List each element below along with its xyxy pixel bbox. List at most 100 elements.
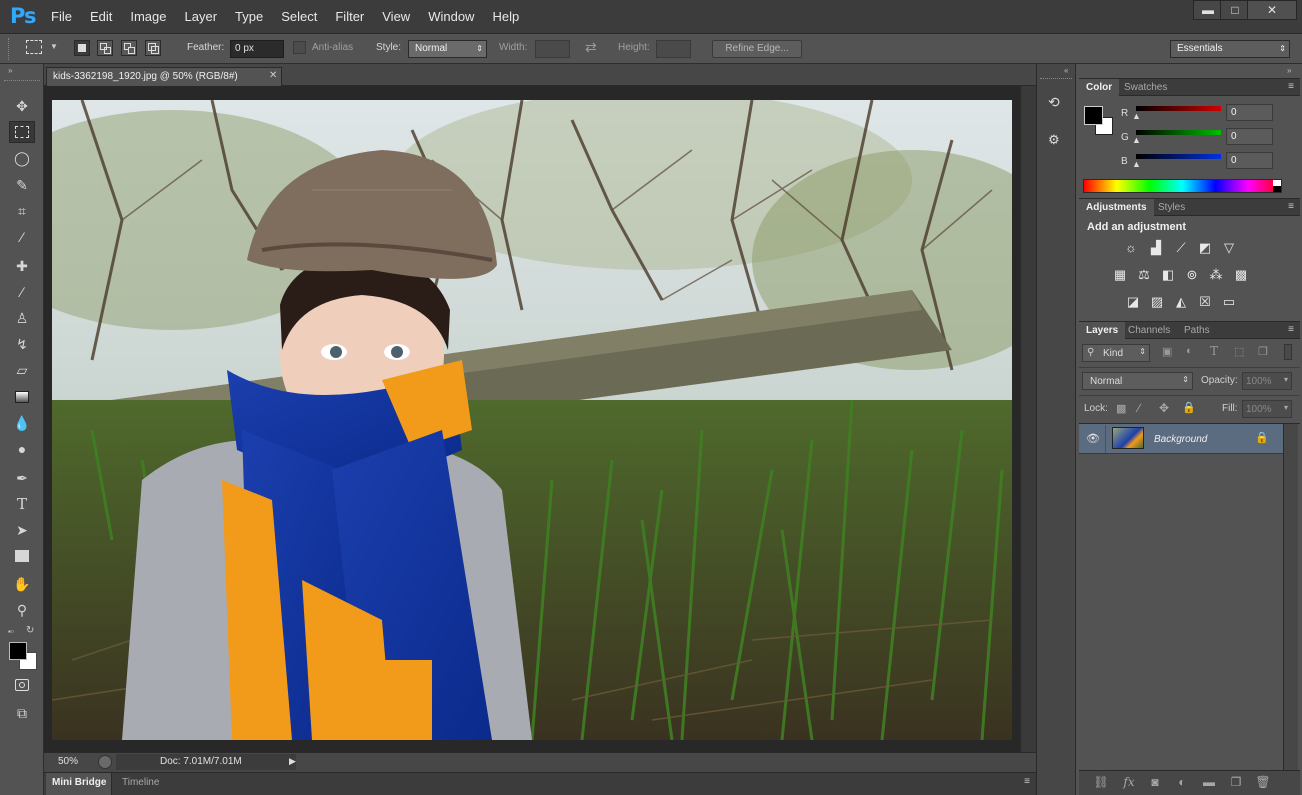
blend-mode-select[interactable]: Normal ⇕ bbox=[1082, 372, 1193, 390]
add-selection-icon[interactable] bbox=[97, 40, 113, 56]
height-input[interactable] bbox=[656, 40, 691, 58]
posterize-icon[interactable]: ▨ bbox=[1148, 293, 1166, 311]
tab-swatches[interactable]: Swatches bbox=[1117, 79, 1174, 96]
new-layer-icon[interactable]: ❐ bbox=[1228, 775, 1244, 789]
new-selection-icon[interactable] bbox=[74, 40, 90, 56]
zoom-tool-icon[interactable]: ⚲ bbox=[9, 599, 35, 621]
spot-healing-tool-icon[interactable]: ✚ bbox=[9, 255, 35, 277]
fill-input[interactable]: 100% ▾ bbox=[1242, 400, 1292, 418]
channel-g-slider[interactable] bbox=[1136, 130, 1221, 135]
new-adjustment-layer-icon[interactable]: ◐ bbox=[1174, 775, 1190, 789]
menu-layer[interactable]: Layer bbox=[176, 9, 227, 24]
layers-scrollbar[interactable] bbox=[1283, 424, 1298, 770]
menu-edit[interactable]: Edit bbox=[81, 9, 121, 24]
channel-g-value[interactable]: 0 bbox=[1226, 128, 1273, 145]
crop-tool-icon[interactable]: ⌗ bbox=[9, 200, 35, 222]
photo-filter-icon[interactable]: ⊚ bbox=[1183, 266, 1201, 284]
document-tab[interactable]: kids-3362198_1920.jpg @ 50% (RGB/8#) ✕ bbox=[46, 67, 282, 86]
refine-edge-button[interactable]: Refine Edge... bbox=[712, 40, 802, 58]
history-brush-tool-icon[interactable]: ↯ bbox=[9, 333, 35, 355]
filter-shape-icon[interactable]: ⬚ bbox=[1234, 345, 1244, 358]
hand-tool-icon[interactable]: ✋ bbox=[9, 573, 35, 595]
layers-panel-menu-icon[interactable]: ≡ bbox=[1288, 324, 1294, 335]
panel-menu-icon[interactable]: ≡ bbox=[1024, 776, 1030, 787]
channel-r-slider[interactable] bbox=[1136, 106, 1221, 111]
filter-pixel-icon[interactable]: ▣ bbox=[1162, 345, 1172, 358]
gradient-map-icon[interactable]: ▭ bbox=[1220, 293, 1238, 311]
tab-layers[interactable]: Layers bbox=[1079, 322, 1126, 339]
dodge-tool-icon[interactable]: ● bbox=[9, 438, 35, 460]
layer-filter-select[interactable]: ⚲ Kind ⇕ bbox=[1082, 344, 1150, 362]
status-menu-arrow-icon[interactable]: ▶ bbox=[289, 756, 296, 767]
levels-icon[interactable]: ▟ bbox=[1147, 239, 1165, 257]
lock-transparent-icon[interactable]: ▩ bbox=[1116, 402, 1126, 415]
blur-tool-icon[interactable]: 💧 bbox=[9, 412, 35, 434]
eraser-tool-icon[interactable]: ▱ bbox=[9, 359, 35, 381]
color-spectrum-ramp[interactable] bbox=[1083, 179, 1282, 193]
lock-image-icon[interactable]: ∕ bbox=[1138, 401, 1140, 415]
minimize-button[interactable]: ▬ bbox=[1193, 0, 1223, 20]
style-select[interactable]: Normal ⇕ bbox=[408, 40, 487, 58]
channel-g-handle-icon[interactable]: ▲ bbox=[1132, 135, 1141, 145]
tab-styles[interactable]: Styles bbox=[1151, 199, 1192, 216]
black-white-icon[interactable]: ◧ bbox=[1159, 266, 1177, 284]
share-icon[interactable] bbox=[98, 755, 112, 769]
vibrance-icon[interactable]: ▽ bbox=[1220, 239, 1238, 257]
filter-toggle-switch[interactable] bbox=[1284, 344, 1292, 360]
menu-file[interactable]: File bbox=[42, 9, 81, 24]
brightness-contrast-icon[interactable]: ☼ bbox=[1122, 239, 1140, 257]
color-lookup-icon[interactable]: ▩ bbox=[1232, 266, 1250, 284]
foreground-color-swatch[interactable] bbox=[9, 642, 27, 660]
screen-mode-icon[interactable]: ⧉ bbox=[9, 702, 35, 724]
close-tab-icon[interactable]: ✕ bbox=[269, 70, 277, 81]
history-panel-icon[interactable]: ⟲ bbox=[1048, 94, 1060, 111]
tab-paths[interactable]: Paths bbox=[1177, 322, 1217, 339]
color-balance-icon[interactable]: ⚖ bbox=[1135, 266, 1153, 284]
quick-mask-icon[interactable] bbox=[9, 675, 35, 697]
menu-type[interactable]: Type bbox=[226, 9, 272, 24]
invert-icon[interactable]: ◪ bbox=[1124, 293, 1142, 311]
threshold-icon[interactable]: ◭ bbox=[1172, 293, 1190, 311]
rect-marquee-preset-icon[interactable] bbox=[26, 40, 42, 54]
feather-input[interactable]: 0 px bbox=[230, 40, 284, 58]
document-photo[interactable] bbox=[52, 100, 1012, 740]
menu-select[interactable]: Select bbox=[272, 9, 326, 24]
channel-b-handle-icon[interactable]: ▲ bbox=[1132, 159, 1141, 169]
menu-help[interactable]: Help bbox=[483, 9, 528, 24]
eyedropper-tool-icon[interactable]: ⁄ bbox=[9, 226, 35, 248]
lasso-tool-icon[interactable]: ◯ bbox=[9, 147, 35, 169]
dock-collapse-icon[interactable]: « bbox=[1064, 66, 1068, 75]
channel-r-handle-icon[interactable]: ▲ bbox=[1132, 111, 1141, 121]
preset-dropdown-arrow-icon[interactable]: ▼ bbox=[50, 42, 58, 51]
layer-row-background[interactable]: 👁 Background 🔒 bbox=[1079, 424, 1283, 454]
rect-marquee-tool-icon[interactable] bbox=[9, 121, 35, 143]
width-input[interactable] bbox=[535, 40, 570, 58]
menu-image[interactable]: Image bbox=[121, 9, 175, 24]
default-colors-icon[interactable]: ▪▫ bbox=[8, 627, 14, 636]
filter-smart-object-icon[interactable]: ❐ bbox=[1258, 345, 1268, 358]
menu-view[interactable]: View bbox=[373, 9, 419, 24]
filter-type-icon[interactable]: T bbox=[1210, 344, 1218, 358]
swap-colors-icon[interactable]: ↻ bbox=[26, 625, 34, 636]
tab-adjustments[interactable]: Adjustments bbox=[1079, 199, 1154, 216]
selective-color-icon[interactable]: ☒ bbox=[1196, 293, 1214, 311]
curves-icon[interactable]: ⟋ bbox=[1172, 239, 1190, 257]
new-group-icon[interactable]: ▬ bbox=[1201, 775, 1217, 789]
clone-stamp-tool-icon[interactable]: ♙ bbox=[9, 307, 35, 329]
channel-r-value[interactable]: 0 bbox=[1226, 104, 1273, 121]
quick-selection-tool-icon[interactable]: ✎ bbox=[9, 174, 35, 196]
filter-adjustment-icon[interactable]: ◐ bbox=[1186, 345, 1193, 357]
zoom-level[interactable]: 50% bbox=[58, 756, 78, 767]
channel-b-value[interactable]: 0 bbox=[1226, 152, 1273, 169]
expand-toolbar-icon[interactable]: » bbox=[8, 66, 12, 75]
swap-dimensions-icon[interactable]: ⇄ bbox=[585, 39, 597, 56]
menu-filter[interactable]: Filter bbox=[326, 9, 373, 24]
tab-mini-bridge[interactable]: Mini Bridge bbox=[52, 777, 106, 788]
layer-name[interactable]: Background bbox=[1154, 434, 1207, 445]
rectangle-tool-icon[interactable] bbox=[9, 545, 35, 567]
antialias-checkbox[interactable] bbox=[293, 41, 306, 54]
color-panel-menu-icon[interactable]: ≡ bbox=[1288, 81, 1294, 92]
move-tool-icon[interactable]: ✥ bbox=[9, 95, 35, 117]
layer-style-fx-icon[interactable]: fx bbox=[1121, 775, 1137, 789]
properties-panel-icon[interactable]: ⚙ bbox=[1048, 132, 1060, 148]
